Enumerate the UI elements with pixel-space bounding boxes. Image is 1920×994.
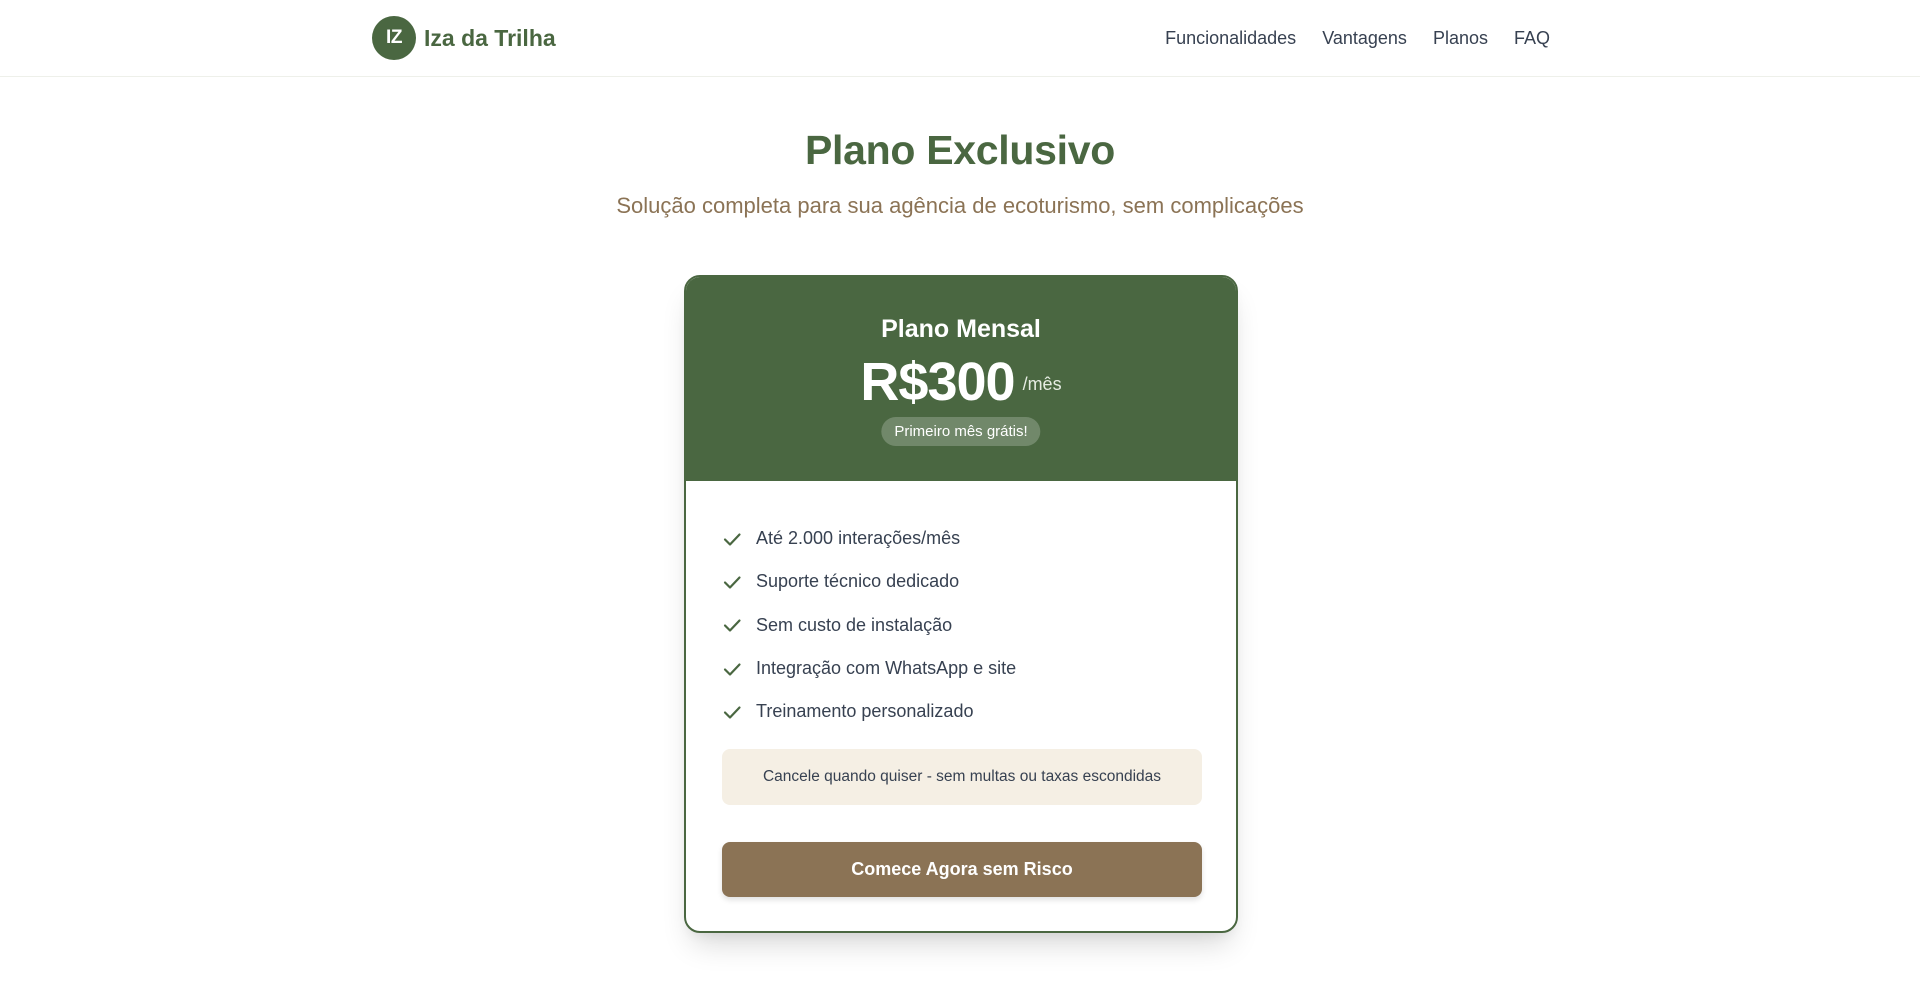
feature-text: Suporte técnico dedicado — [756, 571, 960, 592]
start-now-button[interactable]: Comece Agora sem Risco — [722, 842, 1202, 897]
nav-link-faq[interactable]: FAQ — [1514, 28, 1550, 49]
check-icon — [722, 572, 742, 592]
check-icon — [722, 702, 742, 722]
brand-logo: IZ — [372, 16, 416, 60]
pricing-card: Plano Mensal R$300 /mês Primeiro mês grá… — [684, 275, 1238, 933]
feature-item: Até 2.000 interações/mês — [722, 517, 1202, 560]
nav-link-planos[interactable]: Planos — [1433, 28, 1488, 49]
brand-link[interactable]: IZ Iza da Trilha — [372, 16, 556, 60]
feature-item: Sem custo de instalação — [722, 604, 1202, 647]
price-period: /mês — [1022, 373, 1062, 394]
feature-text: Integração com WhatsApp e site — [756, 658, 1017, 679]
section-subtitle: Solução completa para sua agência de eco… — [616, 193, 1304, 218]
section-title: Plano Exclusivo — [805, 127, 1115, 173]
plan-name: Plano Mensal — [881, 315, 1041, 343]
navbar: IZ Iza da Trilha Funcionalidades Vantage… — [0, 0, 1920, 77]
main-nav: Funcionalidades Vantagens Planos FAQ — [1165, 28, 1550, 49]
feature-text: Sem custo de instalação — [756, 614, 953, 635]
price-row: R$300 /mês — [686, 351, 1236, 413]
cancel-notice: Cancele quando quiser - sem multas ou ta… — [722, 749, 1202, 805]
check-icon — [722, 529, 742, 549]
check-icon — [722, 659, 742, 679]
feature-text: Até 2.000 interações/mês — [756, 528, 961, 549]
feature-item: Treinamento personalizado — [722, 690, 1202, 733]
navbar-inner: IZ Iza da Trilha Funcionalidades Vantage… — [372, 0, 1550, 76]
nav-link-vantagens[interactable]: Vantagens — [1322, 28, 1407, 49]
check-icon — [722, 615, 742, 635]
feature-text: Treinamento personalizado — [756, 701, 974, 722]
feature-list: Até 2.000 interações/mês Suporte técnico… — [722, 517, 1202, 733]
price-amount: R$300 — [860, 352, 1015, 412]
feature-item: Suporte técnico dedicado — [722, 560, 1202, 603]
promo-badge: Primeiro mês grátis! — [881, 417, 1041, 446]
brand-name: Iza da Trilha — [424, 24, 556, 51]
feature-item: Integração com WhatsApp e site — [722, 647, 1202, 690]
nav-link-funcionalidades[interactable]: Funcionalidades — [1165, 28, 1296, 49]
pricing-card-header: Plano Mensal R$300 /mês Primeiro mês grá… — [686, 277, 1236, 481]
